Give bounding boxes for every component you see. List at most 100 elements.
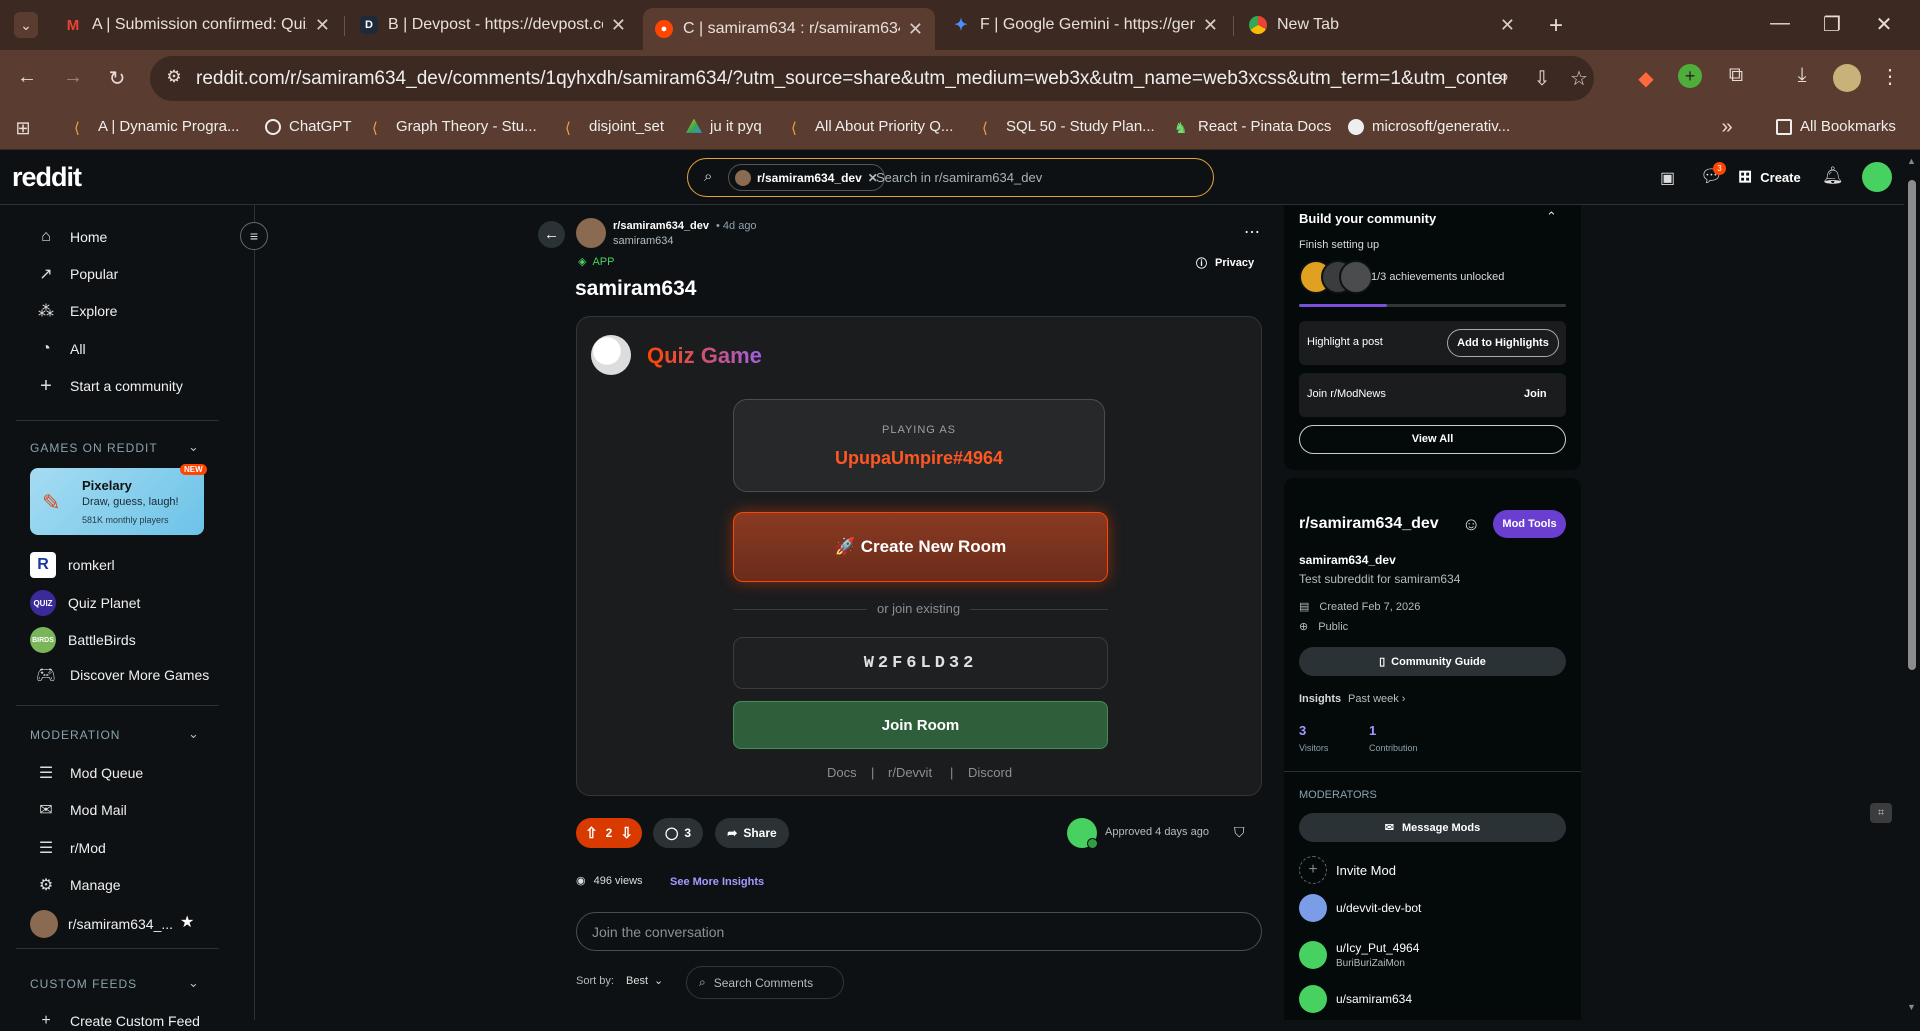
scroll-up-icon[interactable]: ▲ [1907, 156, 1916, 166]
moderator-name[interactable]: u/samiram634 [1336, 992, 1412, 1006]
restore-icon[interactable]: ❐ [1820, 12, 1844, 37]
join-modnews-button[interactable]: Join [1524, 388, 1547, 400]
extension-plus-icon[interactable]: + [1678, 64, 1702, 88]
game-quiz-planet[interactable]: QUIZ Quiz Planet [30, 590, 140, 616]
install-icon[interactable]: ⇩ [1531, 66, 1553, 91]
floating-widget-icon[interactable]: ⌗ [1870, 803, 1892, 823]
r-mod[interactable]: ☰ r/Mod [36, 838, 106, 858]
community-samiram634[interactable]: r/samiram634_... [30, 910, 173, 938]
search-community-chip[interactable]: r/samiram634_dev ✕ [728, 164, 885, 191]
advertise-icon[interactable]: ▣ [1660, 168, 1675, 188]
tab-reddit-active[interactable]: ● C | samiram634 : r/samiram634 ✕ [643, 8, 935, 50]
nav-popular[interactable]: ↗ Popular [36, 264, 118, 284]
all-bookmarks[interactable]: All Bookmarks [1776, 118, 1896, 135]
add-to-highlights-button[interactable]: Add to Highlights [1447, 329, 1559, 357]
moderator-name[interactable]: u/devvit-dev-bot [1336, 901, 1421, 915]
url-text[interactable]: reddit.com/r/samiram634_dev/comments/1qy… [196, 68, 1506, 90]
view-all-button[interactable]: View All [1299, 425, 1566, 454]
mod-tools-button[interactable]: Mod Tools [1493, 510, 1566, 538]
tab-gmail[interactable]: M A | Submission confirmed: Quiz ✕ [52, 8, 342, 42]
message-mods-button[interactable]: ✉ Message Mods [1299, 813, 1566, 842]
chevron-down-icon[interactable]: ⌄ [188, 726, 199, 742]
community-name[interactable]: r/samiram634_dev [1299, 515, 1439, 533]
profile-avatar[interactable] [1833, 64, 1861, 92]
shield-icon[interactable]: ⛉ [1234, 824, 1245, 841]
menu-kebab-icon[interactable]: ⋮ [1880, 64, 1900, 89]
address-bar[interactable]: ⚙ reddit.com/r/samiram634_dev/comments/1… [150, 56, 1594, 101]
insights-range-selector[interactable]: Past week › [1348, 693, 1405, 705]
scrollbar-thumb[interactable] [1908, 180, 1916, 670]
close-window-icon[interactable]: ✕ [1872, 12, 1896, 37]
collapse-sidebar-icon[interactable]: ≡ [240, 222, 268, 250]
comment-input[interactable]: Join the conversation [576, 912, 1262, 951]
back-icon[interactable]: ← [14, 66, 40, 89]
discord-link[interactable]: Discord [968, 765, 1012, 780]
search-input[interactable]: Search in r/samiram634_dev [876, 170, 1042, 185]
search-bar[interactable]: ⌕ r/samiram634_dev ✕ Search in r/samiram… [687, 158, 1214, 197]
more-options-icon[interactable]: ⋯ [1244, 222, 1260, 242]
manage[interactable]: ⚙ Manage [36, 875, 121, 895]
close-icon[interactable]: ✕ [1500, 15, 1515, 36]
post-subreddit-link[interactable]: r/samiram634_dev [613, 220, 709, 232]
tab-gemini[interactable]: ✦ F | Google Gemini - https://gem ✕ [940, 8, 1230, 42]
reddit-logo[interactable]: reddit [12, 162, 82, 193]
featured-game-pixelary[interactable]: ✎ Pixelary Draw, guess, laugh! 581K mont… [30, 464, 207, 535]
bookmark-item[interactable]: ⟨ A | Dynamic Progra... [74, 118, 239, 137]
scrollbar[interactable]: ▲ ▼ [1904, 150, 1920, 1020]
chevron-up-icon[interactable]: ⌃ [1546, 209, 1557, 225]
community-guide-button[interactable]: ▯ Community Guide [1299, 647, 1566, 676]
reload-icon[interactable]: ↻ [104, 66, 130, 91]
user-avatar[interactable] [1862, 162, 1892, 192]
post-title[interactable]: samiram634 [575, 277, 696, 301]
nav-start-community[interactable]: + Start a community [36, 375, 183, 397]
privacy-link[interactable]: ⓘ Privacy [1196, 255, 1254, 271]
close-icon[interactable]: ✕ [908, 19, 923, 40]
create-button[interactable]: ⊞ Create [1738, 167, 1801, 187]
see-insights-link[interactable]: See More Insights [670, 876, 764, 888]
bookmark-item[interactable]: ⟨ Graph Theory - Stu... [372, 118, 537, 137]
chevron-down-icon[interactable]: ⌄ [188, 439, 199, 455]
share-button[interactable]: ➦ Share [715, 818, 789, 848]
extensions-puzzle-icon[interactable]: ⧉ [1724, 64, 1748, 87]
downloads-icon[interactable]: ⤓ [1790, 64, 1814, 87]
devvit-link[interactable]: r/Devvit [888, 765, 932, 780]
games-section-header[interactable]: GAMES ON REDDIT [30, 441, 158, 455]
nav-explore[interactable]: ⁂ Explore [36, 301, 117, 321]
discover-more-games[interactable]: 🎮︎ Discover More Games [36, 665, 209, 685]
game-romkerl[interactable]: Rromkerl [30, 552, 115, 578]
downvote-icon[interactable]: ⇩ [620, 824, 633, 842]
tab-new[interactable]: New Tab ✕ [1237, 8, 1527, 42]
close-icon[interactable]: ✕ [315, 15, 330, 36]
zoom-icon[interactable]: ⌕ [1493, 66, 1515, 89]
close-icon[interactable]: ✕ [1203, 15, 1218, 36]
notifications-bell-icon[interactable]: 🔔︎ [1822, 166, 1844, 186]
search-comments-input[interactable]: ⌕ Search Comments [686, 966, 844, 999]
bookmark-item[interactable]: ⟨ SQL 50 - Study Plan... [982, 118, 1155, 137]
scroll-down-icon[interactable]: ▼ [1907, 1002, 1916, 1012]
tab-devpost[interactable]: D B | Devpost - https://devpost.co ✕ [348, 8, 638, 42]
chevron-down-icon[interactable]: ⌄ [188, 975, 199, 991]
custom-feeds-section-header[interactable]: CUSTOM FEEDS [30, 977, 137, 991]
edit-avatar-icon[interactable]: ☺ [1462, 514, 1480, 535]
nav-all[interactable]: ◔ All [36, 339, 85, 359]
join-room-button[interactable]: Join Room [733, 701, 1108, 749]
bookmark-star-icon[interactable]: ☆ [1568, 66, 1590, 91]
docs-link[interactable]: Docs [827, 765, 857, 780]
back-icon[interactable]: ← [538, 221, 565, 248]
comments-button[interactable]: ◯ 3 [653, 818, 703, 848]
bookmark-item[interactable]: ♞ React - Pinata Docs [1174, 118, 1331, 137]
create-room-button[interactable]: 🚀 Create New Room [733, 512, 1108, 582]
nav-home[interactable]: ⌂ Home [36, 227, 107, 247]
minimize-icon[interactable]: — [1768, 12, 1792, 35]
bookmark-item[interactable]: ju it pyq [686, 118, 762, 135]
more-bookmarks-icon[interactable]: » [1716, 116, 1738, 139]
invite-mod-link[interactable]: Invite Mod [1336, 863, 1396, 878]
apps-grid-icon[interactable]: ⊞ [12, 118, 34, 139]
moderation-section-header[interactable]: MODERATION [30, 728, 120, 742]
close-icon[interactable]: ✕ [611, 15, 626, 36]
sort-dropdown[interactable]: Best ⌄ [626, 974, 663, 988]
moderator-name[interactable]: u/Icy_Put_4964 [1336, 941, 1419, 955]
create-custom-feed[interactable]: + Create Custom Feed [36, 1011, 200, 1031]
favorite-star-icon[interactable]: ★ [180, 912, 194, 932]
tab-search-icon[interactable]: ⌄ [14, 12, 38, 38]
